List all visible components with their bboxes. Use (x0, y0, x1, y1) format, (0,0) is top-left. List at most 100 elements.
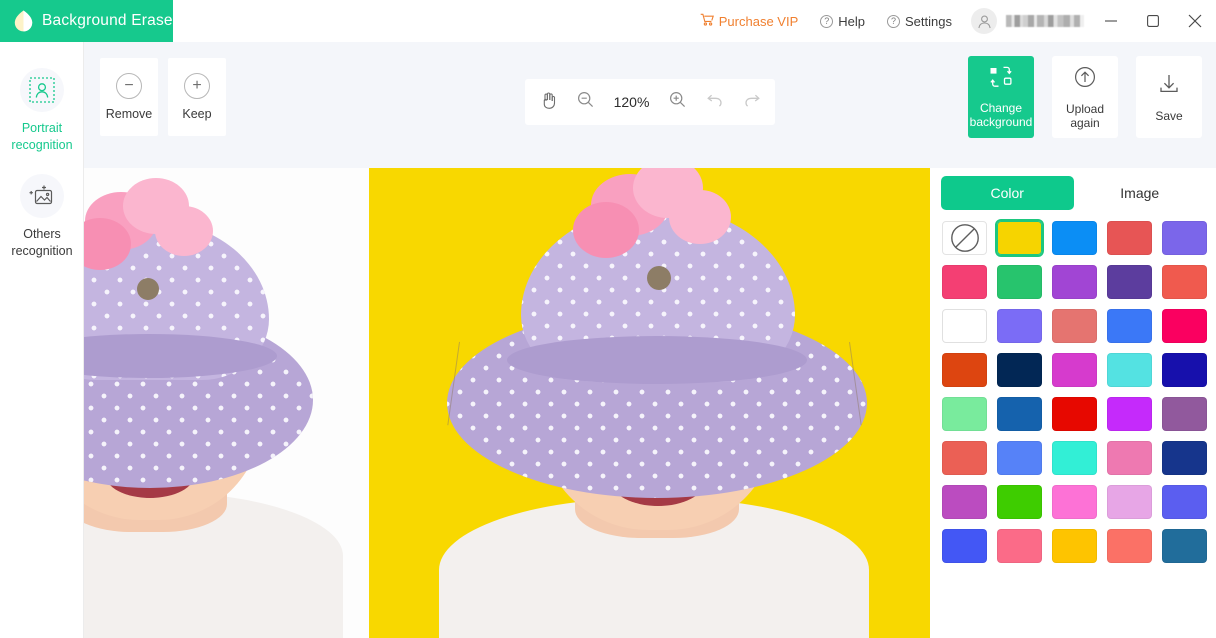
others-recognition-icon (20, 174, 64, 218)
color-swatch-bright-green[interactable] (997, 485, 1042, 519)
color-swatch-royal-blue[interactable] (1107, 309, 1152, 343)
color-swatch-orchid[interactable] (1052, 353, 1097, 387)
undo-button[interactable] (704, 91, 726, 113)
change-background-label: Change (979, 101, 1023, 115)
color-swatch-pink[interactable] (1107, 441, 1152, 475)
color-swatch-salmon[interactable] (1052, 309, 1097, 343)
maximize-icon (1146, 14, 1160, 28)
close-button[interactable] (1174, 0, 1216, 42)
color-swatch-steel-blue[interactable] (997, 397, 1042, 431)
user-avatar-icon[interactable] (971, 8, 997, 34)
color-swatch-strawberry[interactable] (997, 529, 1042, 563)
color-swatch-cornflower[interactable] (997, 441, 1042, 475)
change-background-icon (988, 65, 1014, 94)
color-swatch-bubblegum[interactable] (1052, 485, 1097, 519)
remove-tool-button[interactable]: − Remove (100, 58, 158, 136)
change-background-button[interactable]: Change background (968, 56, 1034, 138)
result-preview (369, 168, 930, 638)
zoom-in-icon (669, 91, 686, 113)
plus-circle-icon: + (184, 73, 210, 99)
help-button[interactable]: ? Help (809, 0, 876, 42)
color-swatch-yellow[interactable] (995, 219, 1044, 257)
color-swatch-navy[interactable] (997, 353, 1042, 387)
color-swatch-red[interactable] (1052, 397, 1097, 431)
upload-again-button[interactable]: Upload again (1052, 56, 1118, 138)
app-window: Background Eraser Purchase VIP ? Help ? … (0, 0, 1216, 638)
app-title: Background Eraser (42, 12, 179, 29)
purchase-vip-button[interactable]: Purchase VIP (689, 0, 810, 42)
color-swatch-no-color[interactable] (942, 221, 987, 255)
color-swatch-mint-green[interactable] (942, 397, 987, 431)
tab-color[interactable]: Color (941, 176, 1074, 210)
color-swatch-white[interactable] (942, 309, 987, 343)
color-swatch-amethyst[interactable] (1052, 265, 1097, 299)
undo-icon (706, 92, 724, 113)
color-swatch-electric-purple[interactable] (1107, 397, 1152, 431)
sidebar-item-others-recognition[interactable]: Others recognition (0, 164, 84, 270)
keep-tool-button[interactable]: + Keep (168, 58, 226, 136)
title-bar-actions: Purchase VIP ? Help ? Settings (689, 0, 1216, 42)
keep-label: Keep (182, 107, 212, 121)
color-swatch-blue-violet[interactable] (1162, 485, 1207, 519)
color-swatch-periwinkle[interactable] (997, 309, 1042, 343)
sidebar-item-label-2: recognition (11, 138, 73, 152)
question-circle-icon: ? (887, 14, 901, 28)
top-toolbar: − Remove + Keep 120% Change background U… (84, 42, 1216, 168)
zoom-in-button[interactable] (667, 91, 689, 113)
color-swatch-purple-pink[interactable] (942, 485, 987, 519)
save-button[interactable]: Save (1136, 56, 1202, 138)
settings-button[interactable]: ? Settings (876, 0, 963, 42)
color-swatch-ocean-blue[interactable] (1162, 529, 1207, 563)
app-brand: Background Eraser (0, 0, 178, 42)
minimize-icon (1104, 14, 1118, 28)
sidebar-item-portrait-recognition[interactable]: Portrait recognition (0, 58, 84, 164)
zoom-toolbar: 120% (525, 79, 775, 125)
hand-pan-tool-button[interactable] (538, 91, 560, 113)
color-swatch-aqua[interactable] (1107, 353, 1152, 387)
color-swatch-amber[interactable] (1052, 529, 1097, 563)
question-circle-icon: ? (820, 14, 834, 28)
redo-button[interactable] (741, 91, 763, 113)
close-icon (1187, 13, 1203, 29)
color-swatch-blue[interactable] (942, 529, 987, 563)
droplet-shield-icon (14, 10, 33, 32)
sidebar-item-label-2: recognition (11, 244, 73, 258)
maximize-button[interactable] (1132, 0, 1174, 42)
redo-icon (743, 92, 761, 113)
color-swatch-dark-blue[interactable] (1162, 441, 1207, 475)
sidebar-item-label: Others (23, 227, 61, 241)
sidebar-item-label: Portrait (21, 121, 63, 135)
color-swatch-coral-red[interactable] (1107, 221, 1152, 255)
color-swatch-light-coral[interactable] (942, 441, 987, 475)
result-image (397, 168, 907, 638)
color-swatch-spring-aqua[interactable] (1052, 441, 1097, 475)
username-blurred (1006, 15, 1084, 27)
color-swatch-peach-red[interactable] (1107, 529, 1152, 563)
original-preview (84, 168, 369, 638)
color-swatch-burnt-orange[interactable] (942, 353, 987, 387)
left-sidebar: Portrait recognition Others recognition (0, 42, 84, 638)
color-swatch-pale-violet[interactable] (1107, 485, 1152, 519)
color-swatch-hot-pink[interactable] (1162, 309, 1207, 343)
download-arrow-icon (1156, 71, 1182, 102)
color-swatch-grid (930, 210, 1216, 563)
color-swatch-azure-blue[interactable] (1052, 221, 1097, 255)
settings-label: Settings (905, 13, 952, 29)
color-swatch-dusty-purple[interactable] (1162, 397, 1207, 431)
color-swatch-indigo[interactable] (1162, 353, 1207, 387)
tab-image[interactable]: Image (1074, 176, 1207, 210)
remove-label: Remove (105, 107, 153, 121)
color-swatch-violet-blue[interactable] (1162, 221, 1207, 255)
editor-canvas[interactable] (84, 168, 930, 638)
color-swatch-emerald-green[interactable] (997, 265, 1042, 299)
upload-again-label: Upload again (1065, 102, 1105, 130)
zoom-out-icon (577, 91, 594, 113)
tab-color-label: Color (990, 185, 1024, 201)
color-swatch-rose-pink[interactable] (942, 265, 987, 299)
color-swatch-tomato[interactable] (1162, 265, 1207, 299)
minimize-button[interactable] (1090, 0, 1132, 42)
zoom-level-value: 120% (613, 94, 650, 110)
save-label: Save (1155, 109, 1183, 123)
zoom-out-button[interactable] (575, 91, 597, 113)
color-swatch-deep-purple[interactable] (1107, 265, 1152, 299)
